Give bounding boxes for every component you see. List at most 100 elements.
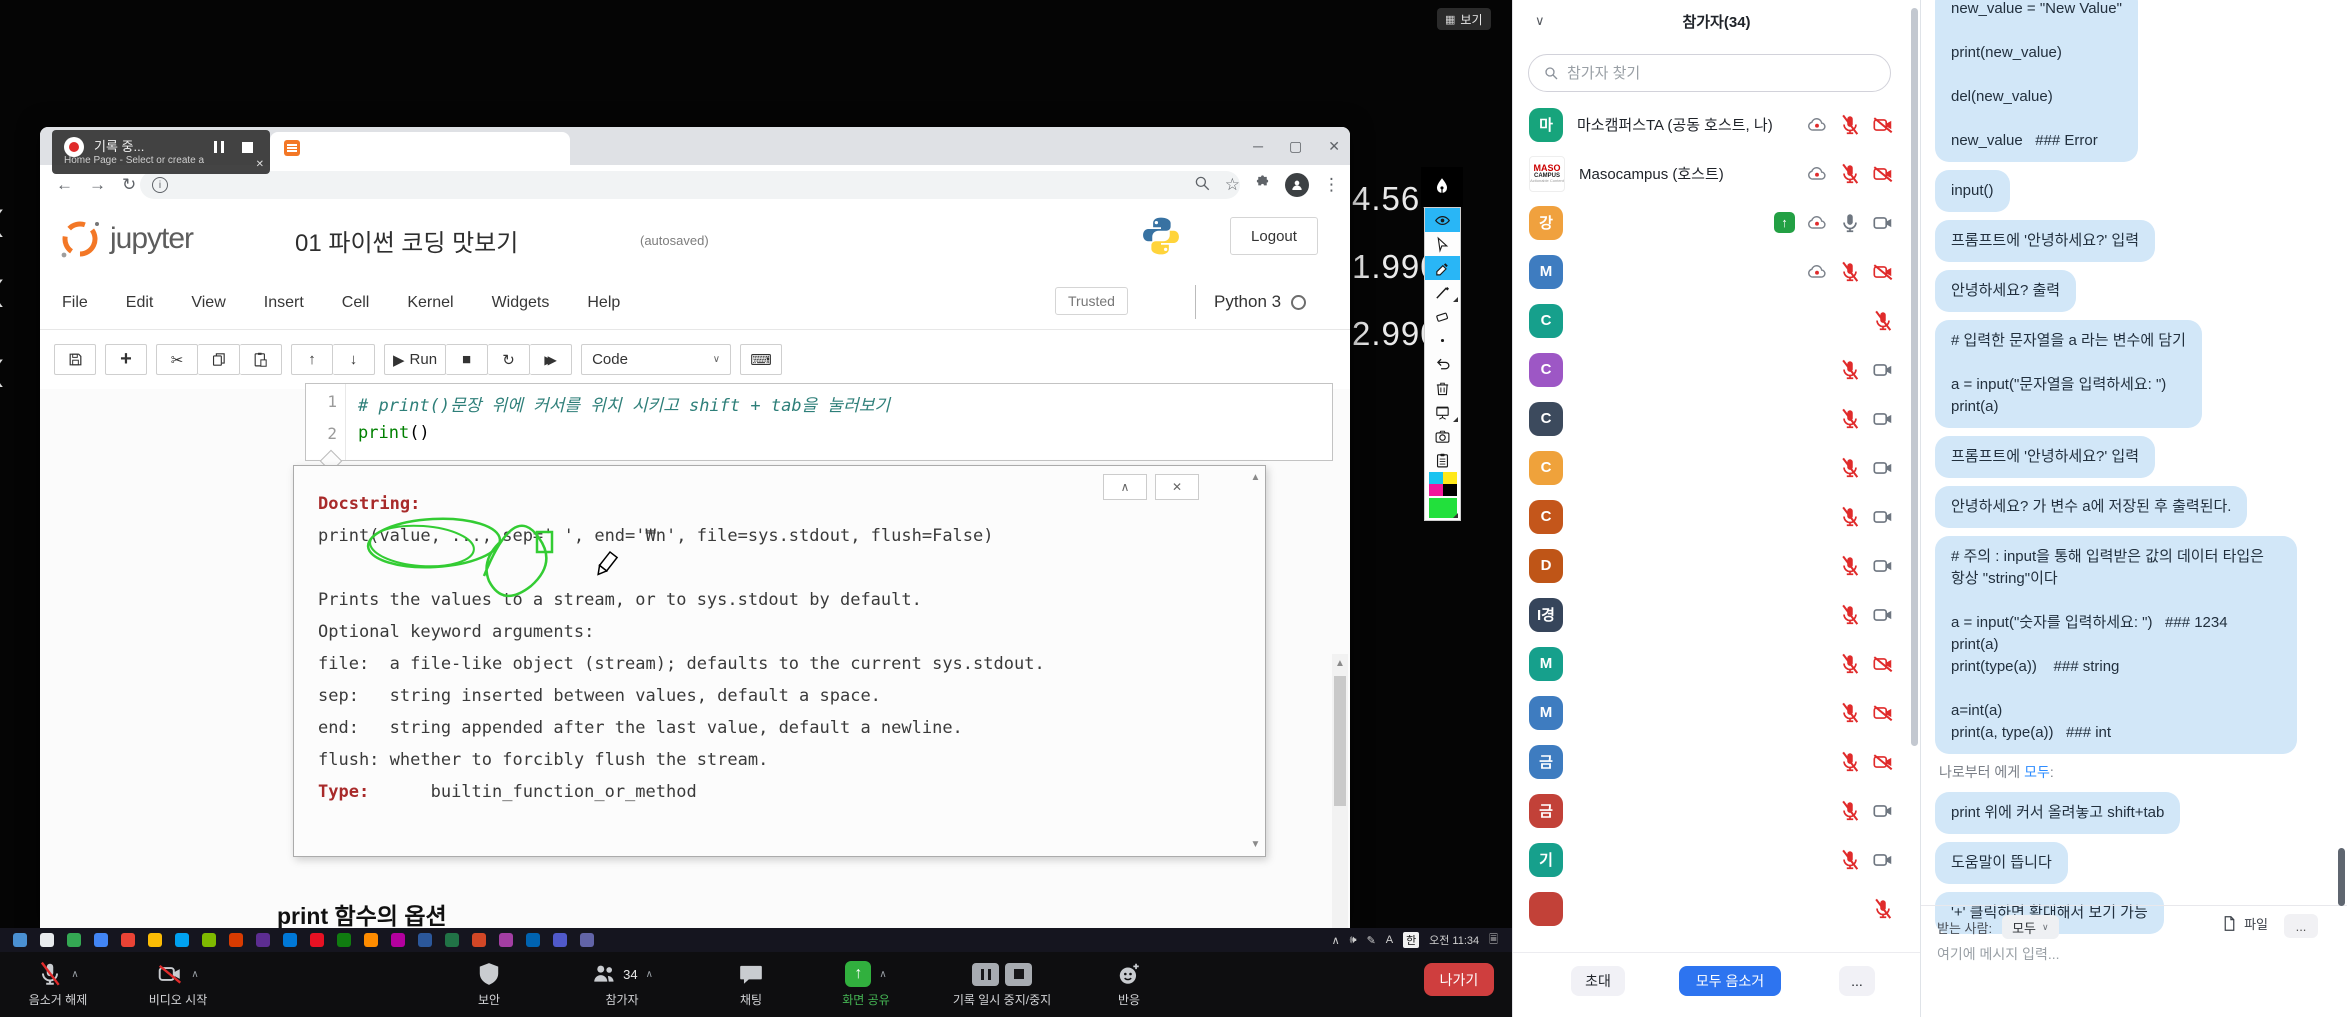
mic-muted-icon[interactable] <box>1839 849 1861 871</box>
video-icon[interactable] <box>1872 506 1894 528</box>
trash-tool-icon[interactable] <box>1425 376 1460 400</box>
participant-row[interactable]: I경 <box>1513 590 1920 639</box>
camera-tool-icon[interactable] <box>1425 424 1460 448</box>
video-off-icon[interactable] <box>1872 261 1894 283</box>
taskbar-app-icon[interactable] <box>121 933 135 947</box>
taskbar-app-icon[interactable] <box>445 933 459 947</box>
palette-tool-icon[interactable] <box>1425 472 1460 496</box>
taskbar-app-icon[interactable] <box>580 933 594 947</box>
security-button[interactable]: 보안 <box>434 959 544 1008</box>
participant-row[interactable]: D <box>1513 541 1920 590</box>
eye-tool-icon[interactable] <box>1425 208 1460 232</box>
taskbar-app-icon[interactable] <box>526 933 540 947</box>
video-icon[interactable] <box>1872 555 1894 577</box>
current-color-tool-icon[interactable] <box>1425 496 1460 520</box>
video-off-icon[interactable] <box>1872 163 1894 185</box>
recording-controls-button[interactable]: 기록 일시 중지/중지 <box>927 959 1077 1008</box>
menu-widgets[interactable]: Widgets <box>492 294 550 312</box>
video-off-icon[interactable] <box>1872 114 1894 136</box>
view-layout-button[interactable]: ▦ 보기 <box>1437 8 1491 30</box>
taskbar-app-icon[interactable] <box>283 933 297 947</box>
interrupt-kernel-button[interactable]: ■ <box>446 344 488 375</box>
taskbar-app-icon[interactable] <box>229 933 243 947</box>
menu-edit[interactable]: Edit <box>126 294 154 312</box>
video-icon[interactable] <box>1872 359 1894 381</box>
browser-tab[interactable] <box>270 132 570 165</box>
eraser-tool-icon[interactable] <box>1425 304 1460 328</box>
menu-cell[interactable]: Cell <box>342 294 370 312</box>
video-icon[interactable] <box>1872 457 1894 479</box>
chevron-up-icon[interactable]: ∧ <box>191 969 198 980</box>
ime-korean-badge[interactable]: 한 <box>1403 932 1419 948</box>
mic-muted-icon[interactable] <box>1839 604 1861 626</box>
start-video-button[interactable]: ∧비디오 시작 <box>118 959 238 1008</box>
taskbar-app-icon[interactable] <box>418 933 432 947</box>
participant-row[interactable]: 기 <box>1513 835 1920 884</box>
url-field[interactable]: i <box>140 171 1240 199</box>
extension-icon[interactable] <box>1254 174 1271 196</box>
leave-meeting-button[interactable]: 나가기 <box>1424 963 1494 996</box>
zoom-page-icon[interactable] <box>1193 174 1211 197</box>
participant-row[interactable]: M <box>1513 247 1920 296</box>
mic-muted-icon[interactable] <box>1839 751 1861 773</box>
tooltip-expand-button[interactable]: ∧ <box>1103 474 1147 500</box>
window-minimize-button[interactable]: ─ <box>1253 138 1263 154</box>
back-icon[interactable]: ← <box>56 175 73 195</box>
chat-more-button[interactable]: ... <box>2284 914 2318 938</box>
code-cell[interactable]: 1 2 # print()문장 위에 커서를 위치 시키고 shift + ta… <box>305 383 1333 461</box>
mic-muted-icon[interactable] <box>1839 114 1861 136</box>
participant-row[interactable]: C <box>1513 443 1920 492</box>
tray-lang-icon[interactable]: A <box>1386 934 1393 946</box>
taskbar-app-icon[interactable] <box>310 933 324 947</box>
profile-avatar[interactable] <box>1285 173 1309 197</box>
chat-scrollbar-thumb[interactable] <box>2338 848 2345 906</box>
unmute-button[interactable]: ∧음소거 해제 <box>6 959 110 1008</box>
site-info-icon[interactable]: i <box>152 177 168 193</box>
mic-muted-icon[interactable] <box>1872 898 1894 920</box>
window-close-button[interactable]: ✕ <box>1328 138 1340 155</box>
participant-row[interactable]: MASOCAMPUSActionable ContentMasocampus (… <box>1513 149 1920 198</box>
menu-file[interactable]: File <box>62 294 88 312</box>
participant-row[interactable]: M <box>1513 639 1920 688</box>
taskbar-app-icon[interactable] <box>94 933 108 947</box>
participant-row[interactable]: 금 <box>1513 786 1920 835</box>
video-off-icon[interactable] <box>1872 702 1894 724</box>
scroll-up-icon[interactable]: ▲ <box>1332 658 1348 669</box>
bookmark-star-icon[interactable]: ☆ <box>1225 175 1240 195</box>
participant-row[interactable]: C <box>1513 394 1920 443</box>
mic-muted-icon[interactable] <box>1839 653 1861 675</box>
point-tool-icon[interactable] <box>1425 328 1460 352</box>
chevron-down-icon[interactable]: ∨ <box>1535 13 1545 29</box>
tooltip-scroll-down-icon[interactable]: ▼ <box>1248 839 1263 850</box>
tooltip-scroll-up-icon[interactable]: ▲ <box>1248 472 1263 483</box>
run-button[interactable]: ▶Run <box>384 344 446 375</box>
mic-icon[interactable] <box>1839 212 1861 234</box>
mic-muted-icon[interactable] <box>1839 702 1861 724</box>
file-share-button[interactable]: 파일 <box>2221 914 2268 933</box>
jupyter-logo[interactable]: jupyter <box>58 217 193 261</box>
taskbar-app-icon[interactable] <box>337 933 351 947</box>
video-icon[interactable] <box>1872 408 1894 430</box>
mic-muted-icon[interactable] <box>1839 163 1861 185</box>
tray-volume-icon[interactable]: 🕪 <box>1350 934 1357 947</box>
participant-row[interactable]: 마마소캠퍼스TA (공동 호스트, 나) <box>1513 100 1920 149</box>
mic-muted-icon[interactable] <box>1839 457 1861 479</box>
tooltip-close-button[interactable]: ✕ <box>1155 474 1199 500</box>
video-off-icon[interactable] <box>1872 751 1894 773</box>
notification-icon[interactable]: 🗏 <box>1489 931 1498 950</box>
participants-more-button[interactable]: ... <box>1839 966 1875 996</box>
tray-pen-icon[interactable]: ✎ <box>1367 934 1376 947</box>
move-cell-up-button[interactable]: ↑ <box>291 344 333 375</box>
whiteboard-tool-icon[interactable] <box>1425 400 1460 424</box>
taskbar-app-icon[interactable] <box>148 933 162 947</box>
taskbar-app-icon[interactable] <box>256 933 270 947</box>
mic-muted-icon[interactable] <box>1839 555 1861 577</box>
taskbar-app-icon[interactable] <box>391 933 405 947</box>
restart-run-all-button[interactable]: ▶▶ <box>530 344 572 375</box>
logout-button[interactable]: Logout <box>1230 217 1318 255</box>
notebook-title[interactable]: 01 파이썬 코딩 맛보기 <box>295 223 518 258</box>
taskbar-app-icon[interactable] <box>13 933 27 947</box>
chevron-up-icon[interactable]: ∧ <box>71 969 78 980</box>
video-icon[interactable] <box>1872 212 1894 234</box>
taskbar-app-icon[interactable] <box>202 933 216 947</box>
